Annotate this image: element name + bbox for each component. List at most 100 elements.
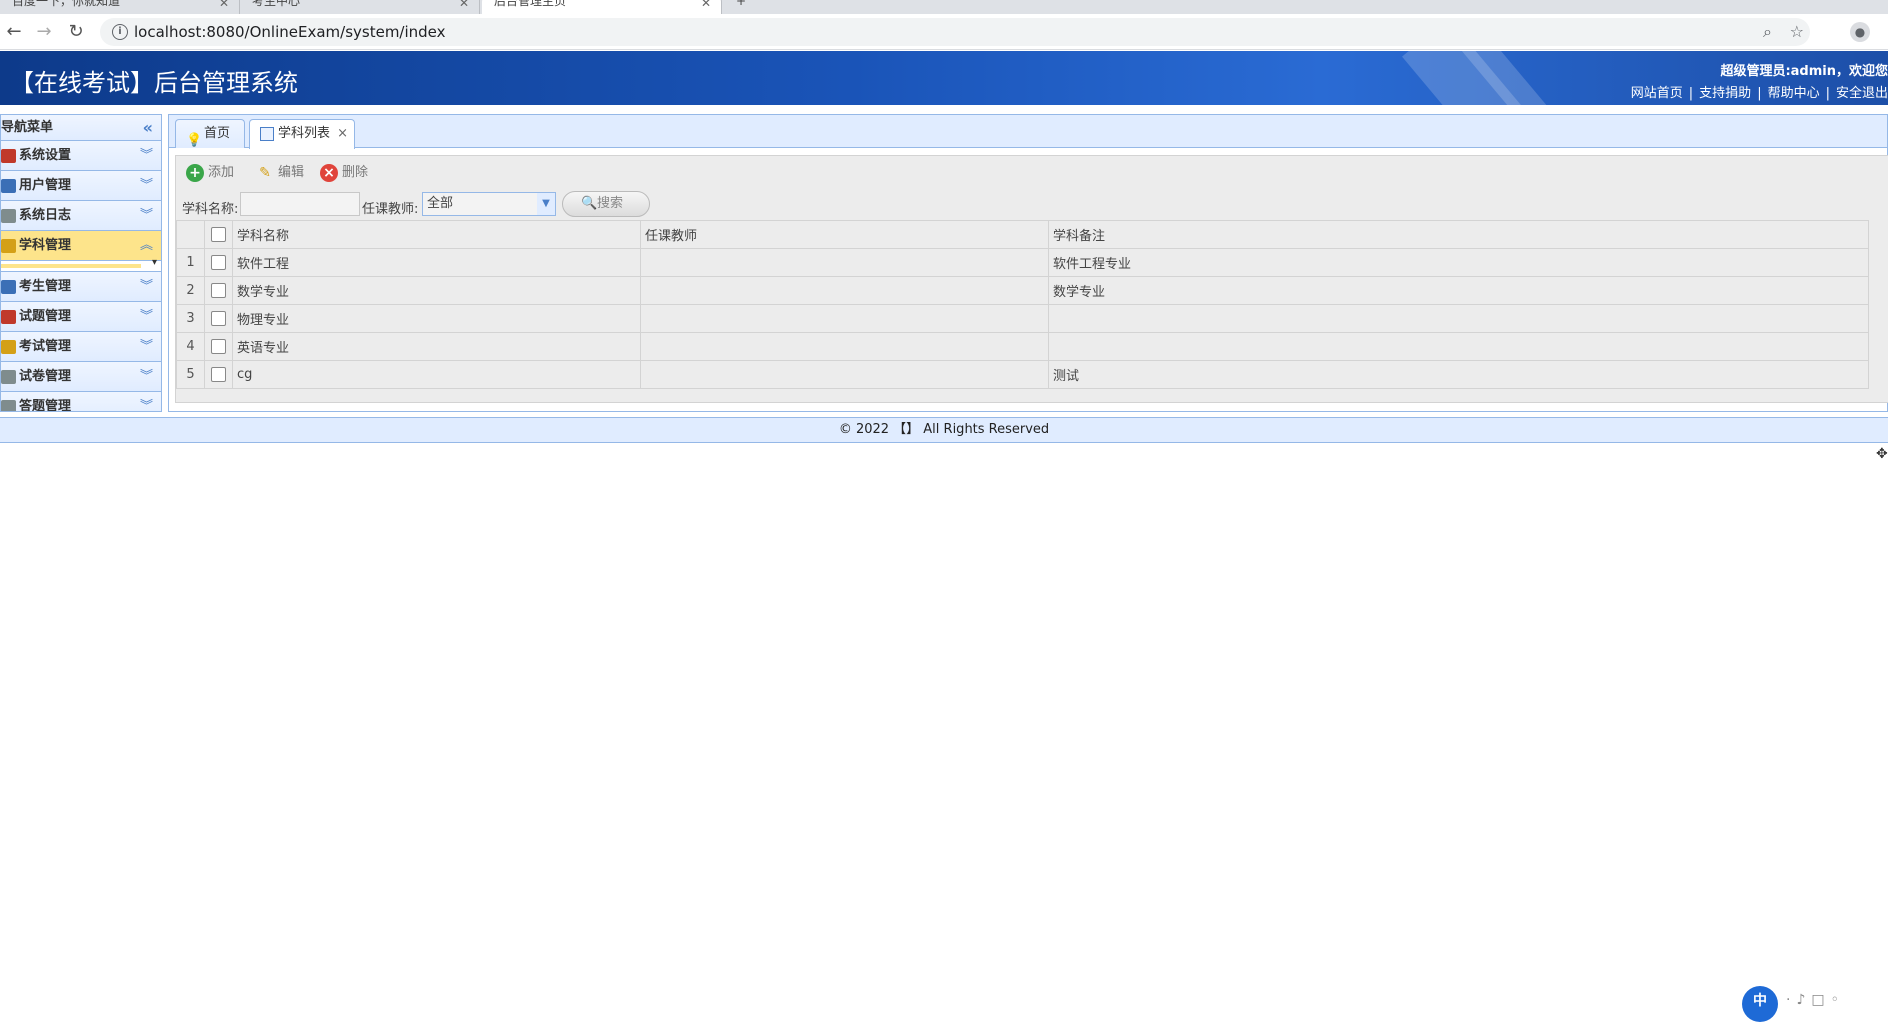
row-checkbox[interactable] bbox=[211, 367, 226, 382]
add-button[interactable]: + 添加 bbox=[186, 164, 234, 182]
edit-label: 编辑 bbox=[278, 165, 305, 180]
browser-tab-label: 考生中心 bbox=[252, 0, 301, 8]
content-tab-strip: 💡 首页 学科列表 × bbox=[169, 115, 1887, 149]
column-header-remark[interactable]: 学科备注 bbox=[1048, 220, 1869, 249]
nav-item-student-management[interactable]: 考生管理 ︾ bbox=[1, 272, 161, 302]
link-donate[interactable]: 支持捐助 bbox=[1699, 86, 1751, 101]
cell-subject-name: 软件工程 bbox=[232, 248, 641, 277]
back-icon[interactable]: ← bbox=[4, 22, 24, 42]
content-panel: 💡 首页 学科列表 × + 添加 ✎ 编辑 × 删除 学科名称: 任课教师: 全… bbox=[168, 114, 1888, 412]
row-checkbox[interactable] bbox=[211, 311, 226, 326]
tab-label: 首页 bbox=[204, 126, 231, 141]
chevron-down-icon[interactable]: ︾ bbox=[140, 201, 153, 231]
nav-item-label: 试卷管理 bbox=[19, 369, 72, 384]
chevron-down-icon[interactable]: ︾ bbox=[140, 141, 153, 171]
row-checkbox[interactable] bbox=[211, 339, 226, 354]
delete-icon: × bbox=[320, 164, 338, 182]
close-icon[interactable]: ✕ bbox=[459, 0, 469, 10]
row-number: 5 bbox=[176, 360, 205, 389]
select-all-cell bbox=[204, 220, 233, 249]
close-icon[interactable]: ✕ bbox=[701, 0, 711, 10]
nav-item-system-settings[interactable]: 系统设置 ︾ bbox=[1, 141, 161, 171]
cell-remark: 软件工程专业 bbox=[1048, 248, 1869, 277]
answer-icon bbox=[1, 400, 16, 411]
cell-teacher bbox=[640, 360, 1049, 389]
url-field[interactable]: i localhost:8080/OnlineExam/system/index… bbox=[100, 18, 1810, 46]
select-all-checkbox[interactable] bbox=[211, 227, 226, 242]
nav-item-exam-management[interactable]: 考试管理 ︾ bbox=[1, 332, 161, 362]
info-icon[interactable]: i bbox=[112, 24, 128, 40]
zoom-icon[interactable]: ⌕ bbox=[1763, 22, 1772, 42]
table-row[interactable]: 4 英语专业 bbox=[176, 332, 1869, 361]
delete-button[interactable]: × 删除 bbox=[320, 164, 368, 182]
row-checkbox-cell bbox=[204, 248, 233, 277]
column-header-teacher[interactable]: 任课教师 bbox=[640, 220, 1049, 249]
star-icon[interactable]: ☆ bbox=[1790, 22, 1804, 41]
chevron-down-icon[interactable]: ︾ bbox=[140, 392, 153, 411]
chevron-down-icon[interactable]: ︾ bbox=[140, 302, 153, 332]
row-checkbox[interactable] bbox=[211, 283, 226, 298]
nav-item-system-log[interactable]: 系统日志 ︾ bbox=[1, 201, 161, 231]
cell-teacher bbox=[640, 332, 1049, 361]
profile-icon[interactable]: ● bbox=[1850, 22, 1870, 42]
browser-tab[interactable]: 百度一下，你就知道 ✕ bbox=[0, 0, 240, 14]
floating-assistant-button[interactable]: 中 bbox=[1742, 986, 1778, 1022]
add-icon: + bbox=[186, 164, 204, 182]
cell-subject-name: 英语专业 bbox=[232, 332, 641, 361]
tab-subject-list[interactable]: 学科列表 × bbox=[249, 119, 355, 149]
table-row[interactable]: 1 软件工程 软件工程专业 bbox=[176, 248, 1869, 277]
chevron-down-icon[interactable]: ▼ bbox=[537, 193, 555, 215]
row-number: 4 bbox=[176, 332, 205, 361]
chevron-down-icon[interactable]: ︾ bbox=[140, 362, 153, 392]
collapse-left-icon[interactable]: « bbox=[143, 115, 153, 141]
row-checkbox-cell bbox=[204, 360, 233, 389]
nav-title: 导航菜单 bbox=[1, 120, 54, 135]
browser-tab-label: 百度一下，你就知道 bbox=[12, 0, 121, 8]
nav-item-paper-management[interactable]: 试卷管理 ︾ bbox=[1, 362, 161, 392]
teacher-select[interactable]: 全部 ▼ bbox=[422, 192, 556, 216]
subject-table: 学科名称 任课教师 学科备注 1 软件工程 软件工程专业 2 数学专业 数学专业… bbox=[176, 220, 1869, 389]
scroll-down-icon[interactable]: ▾ bbox=[152, 257, 157, 268]
chevron-down-icon[interactable]: ︾ bbox=[140, 171, 153, 201]
cell-subject-name: cg bbox=[232, 360, 641, 389]
column-header-name[interactable]: 学科名称 bbox=[232, 220, 641, 249]
nav-submenu: ▾ bbox=[1, 257, 161, 272]
table-row[interactable]: 2 数学专业 数学专业 bbox=[176, 276, 1869, 305]
cell-remark: 测试 bbox=[1048, 360, 1869, 389]
new-tab-button[interactable]: + bbox=[724, 0, 764, 14]
close-icon[interactable]: × bbox=[337, 120, 348, 148]
close-icon[interactable]: ✕ bbox=[219, 0, 229, 10]
reload-icon[interactable]: ↻ bbox=[66, 22, 86, 42]
table-header-row: 学科名称 任课教师 学科备注 bbox=[176, 220, 1869, 249]
row-checkbox[interactable] bbox=[211, 255, 226, 270]
table-row[interactable]: 3 物理专业 bbox=[176, 304, 1869, 333]
link-help[interactable]: 帮助中心 bbox=[1768, 86, 1820, 101]
floating-toolbar-icons[interactable]: ⋅♪□◦ bbox=[1786, 992, 1845, 1008]
nav-item-subject-management[interactable]: 学科管理 ︽ bbox=[1, 231, 161, 261]
subject-name-label: 学科名称: bbox=[182, 202, 239, 217]
subject-name-input[interactable] bbox=[240, 192, 360, 216]
nav-item-answer-management[interactable]: 答题管理 ︾ bbox=[1, 392, 161, 412]
link-home[interactable]: 网站首页 bbox=[1631, 86, 1683, 101]
user-info: 超级管理员:admin，欢迎您 bbox=[1720, 64, 1888, 79]
cell-subject-name: 数学专业 bbox=[232, 276, 641, 305]
browser-tab-active[interactable]: 后台管理主页 ✕ bbox=[482, 0, 722, 14]
forward-icon[interactable]: → bbox=[34, 22, 54, 42]
nav-header: 导航菜单 « bbox=[1, 115, 161, 141]
table-row[interactable]: 5 cg 测试 bbox=[176, 360, 1869, 389]
link-logout[interactable]: 安全退出 bbox=[1836, 86, 1888, 101]
nav-panel: 导航菜单 « 系统设置 ︾ 用户管理 ︾ 系统日志 ︾ 学科管理 ︽ ▾ 考生管… bbox=[0, 114, 162, 412]
browser-tab-strip: 百度一下，你就知道 ✕ 考生中心 ✕ 后台管理主页 ✕ + bbox=[0, 0, 1888, 14]
tab-home[interactable]: 💡 首页 bbox=[175, 119, 245, 148]
edit-button[interactable]: ✎ 编辑 bbox=[256, 164, 304, 182]
nav-item-question-management[interactable]: 试题管理 ︾ bbox=[1, 302, 161, 332]
row-checkbox-cell bbox=[204, 276, 233, 305]
chevron-down-icon[interactable]: ︾ bbox=[140, 272, 153, 302]
nav-item-user-management[interactable]: 用户管理 ︾ bbox=[1, 171, 161, 201]
nav-item-label: 答题管理 bbox=[19, 399, 72, 412]
url-text[interactable]: localhost:8080/OnlineExam/system/index bbox=[134, 23, 446, 41]
chevron-down-icon[interactable]: ︾ bbox=[140, 332, 153, 362]
browser-tab[interactable]: 考生中心 ✕ bbox=[240, 0, 480, 14]
search-button[interactable]: 🔍 搜索 bbox=[562, 191, 650, 217]
log-icon bbox=[1, 209, 16, 223]
